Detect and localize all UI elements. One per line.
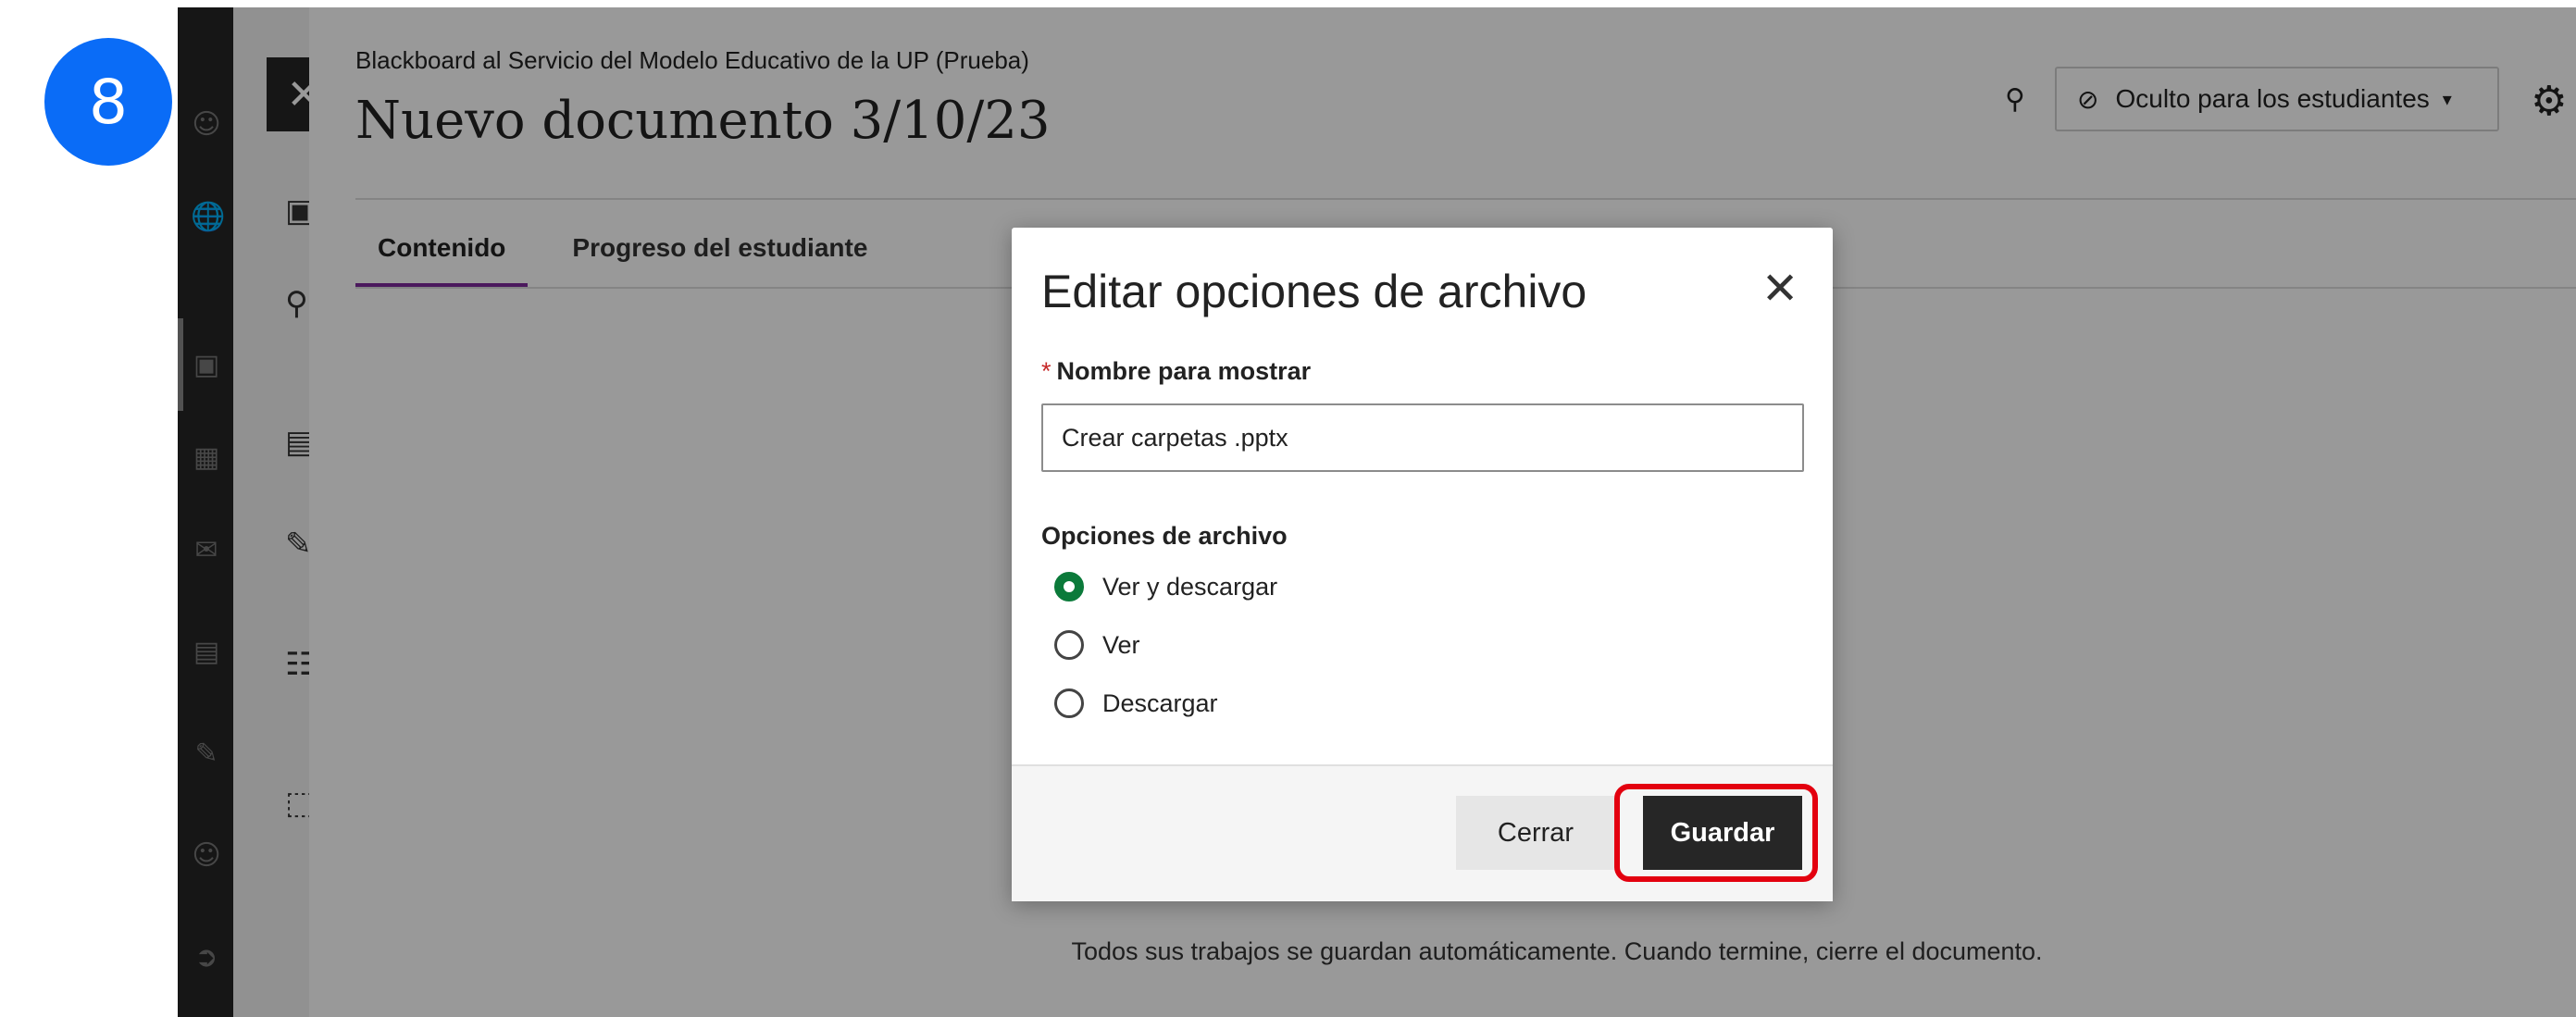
- cancel-button[interactable]: Cerrar: [1456, 796, 1615, 870]
- display-name-label: * Nombre para mostrar: [1041, 357, 1311, 386]
- radio-unselected[interactable]: [1054, 630, 1084, 660]
- radio-unselected[interactable]: [1054, 688, 1084, 718]
- option-descargar[interactable]: Descargar: [1054, 688, 1218, 718]
- save-button-highlight: [1614, 784, 1818, 882]
- required-marker: *: [1041, 357, 1052, 385]
- option-label: Ver: [1102, 630, 1140, 659]
- dialog-title: Editar opciones de archivo: [1041, 266, 1587, 317]
- option-label: Descargar: [1102, 688, 1218, 717]
- radio-selected[interactable]: [1054, 572, 1084, 602]
- display-name-input[interactable]: [1041, 403, 1804, 472]
- file-options-label: Opciones de archivo: [1041, 522, 1288, 550]
- step-number-badge: 8: [44, 38, 172, 166]
- option-ver[interactable]: Ver: [1054, 630, 1140, 660]
- close-icon[interactable]: ✕: [1761, 263, 1798, 315]
- option-ver-y-descargar[interactable]: Ver y descargar: [1054, 572, 1277, 602]
- display-name-label-text: Nombre para mostrar: [1056, 357, 1312, 385]
- blackboard-screen: ☺ 🌐 ▣ ▦ ✉ ▤ ✎ ☺ ➲ Co ▣ ⚲ ▤ ✎ ☷ ⬚ ✕ Black…: [178, 7, 2576, 1017]
- option-label: Ver y descargar: [1102, 572, 1278, 601]
